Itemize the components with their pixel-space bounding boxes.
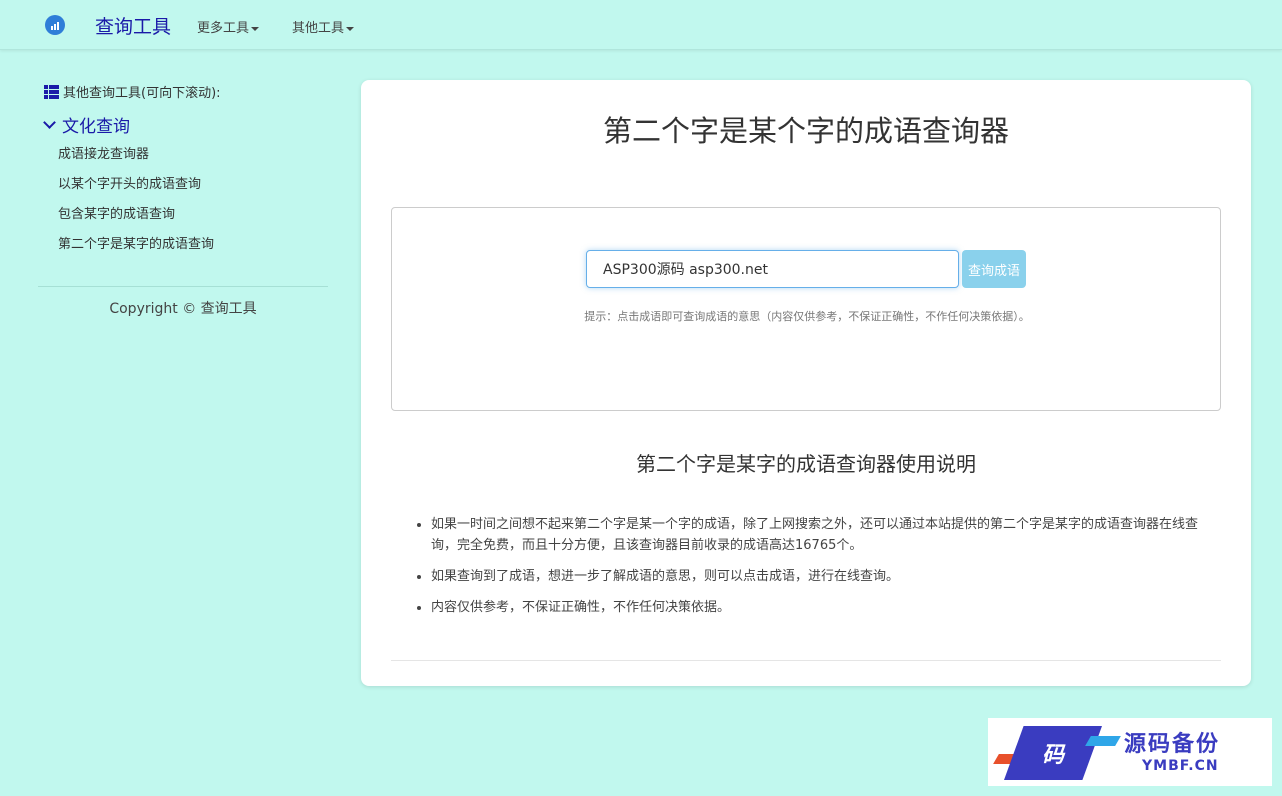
nav-other-tools-dropdown[interactable]: 其他工具 — [292, 17, 355, 36]
content-divider — [391, 660, 1221, 661]
watermark-badge-text: 码 — [1041, 742, 1064, 768]
search-panel: 查询成语 提示：点击成语即可查询成语的意思（内容仅供参考，不保证正确性，不作任何… — [391, 207, 1221, 411]
nav-more-tools-dropdown[interactable]: 更多工具 — [197, 17, 260, 36]
list-item: 如果一时间之间想不起来第二个字是某一个字的成语，除了上网搜索之外，还可以通过本站… — [431, 514, 1221, 556]
main-card: 第二个字是某个字的成语查询器 查询成语 提示：点击成语即可查询成语的意思（内容仅… — [361, 80, 1251, 686]
page-title: 第二个字是某个字的成语查询器 — [602, 114, 1009, 148]
sidebar-category-label: 文化查询 — [62, 117, 130, 137]
list-item: 内容仅供参考，不保证正确性，不作任何决策依据。 — [431, 597, 1221, 618]
sidebar-category-culture[interactable]: 文化查询 — [42, 112, 130, 137]
instructions-title: 第二个字是某字的成语查询器使用说明 — [636, 452, 976, 476]
sidebar-item-second-char[interactable]: 第二个字是某字的成语查询 — [58, 233, 214, 252]
sidebar-header-label: 其他查询工具(可向下滚动): — [63, 86, 221, 101]
sidebar-item-idiom-chain[interactable]: 成语接龙查询器 — [58, 143, 149, 162]
search-hint: 提示：点击成语即可查询成语的意思（内容仅供参考，不保证正确性，不作任何决策依据）… — [584, 310, 1030, 323]
watermark-stripe — [1085, 736, 1121, 746]
watermark-title: 源码备份 — [1124, 732, 1221, 757]
copyright-text: Copyright © 查询工具 — [109, 301, 257, 317]
search-input[interactable] — [586, 250, 959, 288]
list-icon — [44, 84, 59, 99]
top-navbar: 查询工具 更多工具 其他工具 — [0, 0, 1282, 50]
brand-link[interactable]: 查询工具 — [95, 12, 171, 39]
nav-more-tools-label: 更多工具 — [197, 21, 250, 36]
chevron-down-icon — [43, 115, 56, 129]
list-item: 如果查询到了成语，想进一步了解成语的意思，则可以点击成语，进行在线查询。 — [431, 566, 1221, 587]
instructions-list: 如果一时间之间想不起来第二个字是某一个字的成语，除了上网搜索之外，还可以通过本站… — [431, 514, 1221, 628]
watermark-badge: 码 — [1004, 726, 1102, 780]
search-button[interactable]: 查询成语 — [962, 250, 1026, 288]
site-logo-icon[interactable] — [45, 15, 65, 35]
watermark-logo: 码 源码备份 YMBF.CN — [988, 718, 1272, 786]
sidebar-divider — [38, 286, 328, 287]
sidebar-header: 其他查询工具(可向下滚动): — [44, 82, 221, 101]
caret-down-icon — [346, 26, 355, 31]
sidebar-item-starts-with[interactable]: 以某个字开头的成语查询 — [58, 173, 201, 192]
watermark-subtitle: YMBF.CN — [1142, 758, 1219, 774]
caret-down-icon — [251, 26, 260, 31]
nav-other-tools-label: 其他工具 — [292, 21, 345, 36]
sidebar-item-contains[interactable]: 包含某字的成语查询 — [58, 203, 175, 222]
